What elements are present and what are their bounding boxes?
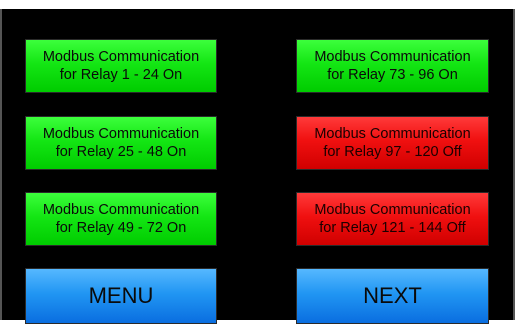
relay-73-96-button[interactable]: Modbus Communication for Relay 73 - 96 O…	[296, 39, 489, 93]
menu-button[interactable]: MENU	[25, 268, 217, 324]
relay-25-48-button[interactable]: Modbus Communication for Relay 25 - 48 O…	[25, 116, 217, 170]
relay-button-line2: for Relay 73 - 96 On	[327, 67, 458, 83]
relay-button-line2: for Relay 1 - 24 On	[59, 67, 183, 83]
relay-button-line1: Modbus Communication	[42, 126, 200, 142]
hmi-screen: Modbus Communication for Relay 1 - 24 On…	[0, 9, 515, 324]
relay-button-line2: for Relay 97 - 120 Off	[323, 144, 462, 160]
relay-button-line1: Modbus Communication	[314, 49, 471, 65]
relay-button-line2: for Relay 49 - 72 On	[55, 220, 187, 236]
relay-97-120-button[interactable]: Modbus Communication for Relay 97 - 120 …	[296, 116, 489, 170]
next-button-label: NEXT	[363, 283, 422, 308]
next-button[interactable]: NEXT	[296, 268, 489, 324]
relay-1-24-button[interactable]: Modbus Communication for Relay 1 - 24 On	[25, 39, 217, 93]
relay-button-line1: Modbus Communication	[314, 126, 471, 142]
relay-button-line1: Modbus Communication	[42, 49, 200, 65]
relay-121-144-button[interactable]: Modbus Communication for Relay 121 - 144…	[296, 192, 489, 246]
relay-49-72-button[interactable]: Modbus Communication for Relay 49 - 72 O…	[25, 192, 217, 246]
relay-button-line1: Modbus Communication	[314, 202, 471, 218]
menu-button-label: MENU	[88, 283, 154, 308]
relay-button-line2: for Relay 121 - 144 Off	[319, 220, 466, 236]
relay-button-line2: for Relay 25 - 48 On	[55, 144, 187, 160]
relay-button-line1: Modbus Communication	[42, 202, 200, 218]
